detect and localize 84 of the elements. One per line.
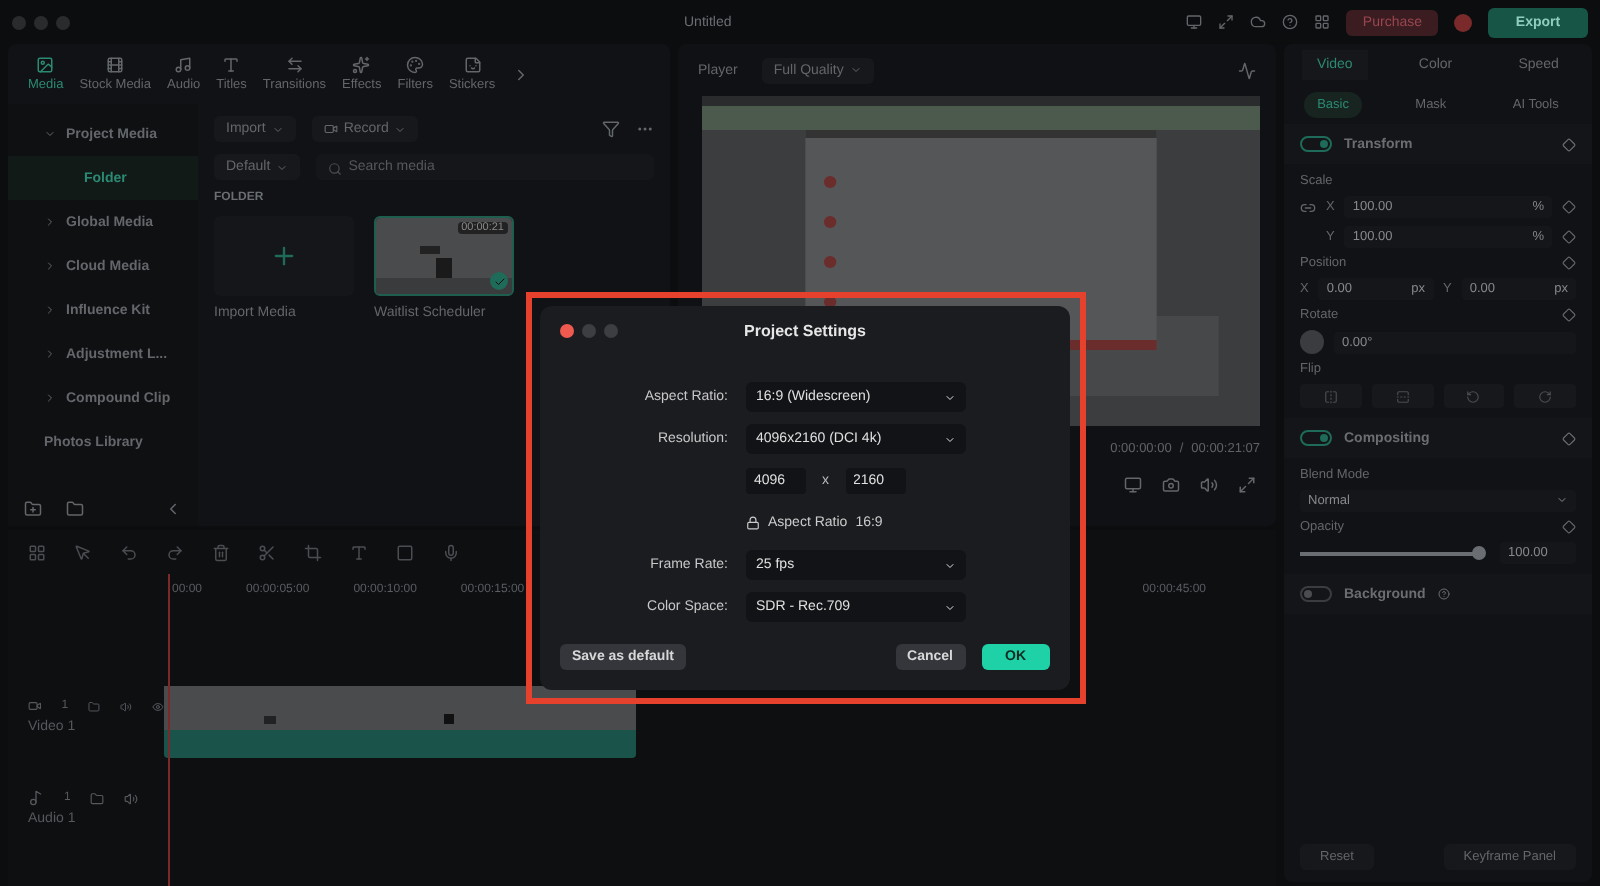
undo-icon[interactable] <box>120 543 138 561</box>
text-icon <box>222 56 241 74</box>
search-icon <box>328 162 343 176</box>
caret-icon <box>44 260 56 272</box>
camera-icon <box>323 122 338 136</box>
volume-icon[interactable] <box>1200 476 1218 494</box>
toggle-switch[interactable] <box>1300 586 1332 602</box>
flip-horizontal-icon <box>1323 389 1338 403</box>
toggle-switch[interactable] <box>1300 430 1332 446</box>
eye-icon[interactable] <box>152 699 164 713</box>
flip-vertical-icon <box>1395 389 1410 403</box>
split-icon[interactable] <box>258 543 276 561</box>
volume-icon[interactable] <box>124 791 139 805</box>
delete-icon[interactable] <box>212 543 230 561</box>
plus-icon <box>270 242 298 270</box>
image-icon <box>36 56 55 74</box>
lock-icon[interactable] <box>746 516 760 530</box>
layout-icon[interactable] <box>28 543 46 561</box>
filter-icon[interactable] <box>602 120 620 138</box>
music-icon <box>28 790 44 806</box>
crop-icon[interactable] <box>304 543 322 561</box>
help-icon[interactable] <box>1282 14 1299 30</box>
rotate-right-icon <box>1538 389 1553 403</box>
caret-icon <box>44 348 56 360</box>
folder-icon[interactable] <box>88 699 101 713</box>
caret-icon <box>44 128 56 140</box>
snapshot-icon[interactable] <box>1162 476 1180 494</box>
caret-icon <box>44 392 56 404</box>
sparkle-icon <box>352 56 371 74</box>
text-icon[interactable] <box>350 543 368 561</box>
close-icon[interactable] <box>560 323 574 337</box>
folder-icon[interactable] <box>90 791 105 805</box>
new-folder-icon[interactable] <box>24 500 42 518</box>
rotate-left-icon <box>1466 389 1481 403</box>
cloud-icon[interactable] <box>1250 14 1267 30</box>
redo-icon[interactable] <box>166 543 184 561</box>
monitor-icon[interactable] <box>1186 14 1203 30</box>
avatar[interactable] <box>1454 13 1472 31</box>
caret-icon <box>276 161 289 173</box>
fullscreen-icon[interactable] <box>1238 476 1256 494</box>
grid-icon[interactable] <box>1314 14 1331 30</box>
link-icon[interactable] <box>1300 199 1316 215</box>
film-icon <box>106 56 125 74</box>
help-icon[interactable] <box>1437 588 1450 600</box>
keyframe-icon[interactable] <box>1562 200 1576 214</box>
caret-icon <box>944 391 956 403</box>
scope-icon[interactable] <box>1238 61 1256 79</box>
folder-icon[interactable] <box>66 500 84 518</box>
toggle-switch[interactable] <box>1300 136 1332 152</box>
caret-icon <box>1556 494 1568 506</box>
keyframe-icon[interactable] <box>1562 308 1576 322</box>
camera-icon <box>28 698 42 714</box>
caret-icon <box>944 433 956 445</box>
dialog-title: Project Settings <box>744 321 866 339</box>
rotate-right-button[interactable] <box>1514 384 1576 408</box>
fullscreen-icon[interactable] <box>1218 14 1235 30</box>
caret-icon <box>44 304 56 316</box>
video-clip[interactable] <box>164 686 636 758</box>
caret-icon <box>944 559 956 571</box>
rotate-left-button[interactable] <box>1443 384 1505 408</box>
caret-icon <box>394 123 407 135</box>
pointer-icon[interactable] <box>74 543 92 561</box>
sticker-icon <box>463 56 482 74</box>
palette-icon <box>406 56 425 74</box>
music-icon <box>174 56 193 74</box>
flip-horizontal-button[interactable] <box>1300 384 1362 408</box>
transition-icon <box>285 56 304 74</box>
flip-vertical-button[interactable] <box>1371 384 1433 408</box>
keyframe-icon[interactable] <box>1562 137 1576 151</box>
caret-icon <box>944 601 956 613</box>
minimize-icon[interactable] <box>582 323 596 337</box>
caret-icon <box>849 64 862 76</box>
keyframe-icon[interactable] <box>1562 431 1576 445</box>
caret-icon <box>44 216 56 228</box>
volume-icon[interactable] <box>120 699 133 713</box>
collapse-icon[interactable] <box>164 500 182 518</box>
rotate-dial[interactable] <box>1300 330 1324 354</box>
zoom-icon[interactable] <box>604 323 618 337</box>
import-tile[interactable] <box>214 216 354 296</box>
monitor-icon[interactable] <box>1124 476 1142 494</box>
frame-icon[interactable] <box>396 543 414 561</box>
caret-icon <box>271 123 284 135</box>
microphone-icon[interactable] <box>442 543 460 561</box>
keyframe-icon[interactable] <box>1562 520 1576 534</box>
